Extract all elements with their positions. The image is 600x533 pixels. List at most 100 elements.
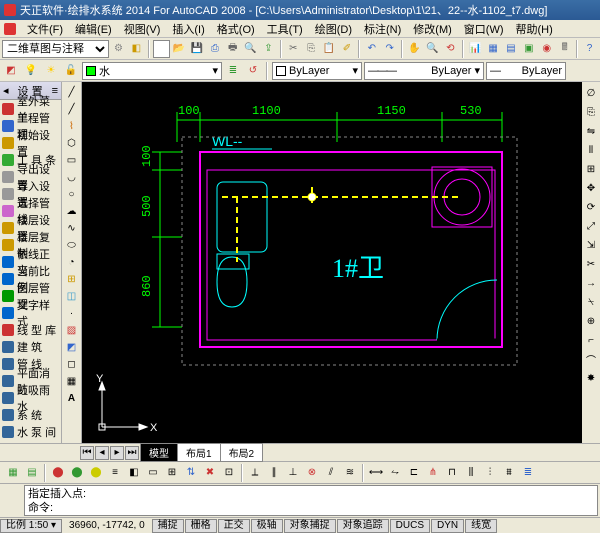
- help-icon[interactable]: ?: [581, 40, 598, 58]
- break-icon[interactable]: ⍀: [582, 293, 600, 311]
- panel-item-12[interactable]: 文字样式: [0, 304, 61, 321]
- tp-icon[interactable]: ▤: [503, 40, 520, 58]
- rect-icon[interactable]: ▭: [64, 152, 80, 168]
- new-icon[interactable]: □: [153, 40, 170, 58]
- zoom-prev-icon[interactable]: ⟲: [442, 40, 459, 58]
- menu-draw[interactable]: 绘图(D): [310, 21, 357, 37]
- plot-icon[interactable]: 🖶: [224, 40, 241, 58]
- stretch-icon[interactable]: ⇲: [582, 236, 600, 254]
- offset-icon[interactable]: ⫴: [582, 141, 600, 159]
- polar-toggle[interactable]: 极轴: [251, 519, 283, 533]
- redo-icon[interactable]: ↷: [381, 40, 398, 58]
- lwt-toggle[interactable]: 线宽: [465, 519, 497, 533]
- layer-prop-icon[interactable]: ◩: [2, 62, 20, 80]
- panel-item-17[interactable]: 虹吸雨水: [0, 389, 61, 406]
- bt23-icon[interactable]: ⫶: [481, 464, 499, 482]
- bt-yel-icon[interactable]: ⬤: [87, 464, 105, 482]
- panel-item-20[interactable]: 计 算: [0, 440, 61, 443]
- bt-red-icon[interactable]: ⬤: [49, 464, 67, 482]
- xline-icon[interactable]: ╱: [64, 101, 80, 117]
- dc-icon[interactable]: ▦: [485, 40, 502, 58]
- region-icon[interactable]: ◻: [64, 356, 80, 372]
- bt4-icon[interactable]: ≡: [106, 464, 124, 482]
- menu-help[interactable]: 帮助(H): [511, 21, 558, 37]
- drawing-canvas[interactable]: 100 1100 1150 530 100 500 860 WL--: [82, 82, 582, 443]
- spline-icon[interactable]: ∿: [64, 220, 80, 236]
- bt19-icon[interactable]: ⊏: [405, 464, 423, 482]
- panel-item-14[interactable]: 建 筑: [0, 338, 61, 355]
- tab-model[interactable]: 模型: [140, 443, 178, 462]
- bulb-icon[interactable]: 💡: [22, 62, 40, 80]
- bt7-icon[interactable]: ⊞: [163, 464, 181, 482]
- undo-icon[interactable]: ↶: [363, 40, 380, 58]
- dyn-toggle[interactable]: DYN: [431, 519, 464, 533]
- bt15-icon[interactable]: ⫽: [322, 464, 340, 482]
- copy2-icon[interactable]: ⎘: [582, 103, 600, 121]
- cut-icon[interactable]: ✂: [285, 40, 302, 58]
- revcloud-icon[interactable]: ☁: [64, 203, 80, 219]
- match-icon[interactable]: ✐: [339, 40, 356, 58]
- join-icon[interactable]: ⊕: [582, 312, 600, 330]
- ssm-icon[interactable]: ▣: [520, 40, 537, 58]
- menu-insert[interactable]: 插入(I): [167, 21, 209, 37]
- markup-icon[interactable]: ◉: [538, 40, 555, 58]
- menu-window[interactable]: 窗口(W): [459, 21, 509, 37]
- lock-icon[interactable]: 🔓: [62, 62, 80, 80]
- tab-layout1[interactable]: 布局1: [177, 443, 221, 462]
- osnap-toggle[interactable]: 对象捕捉: [284, 519, 336, 533]
- circle-icon[interactable]: ○: [64, 186, 80, 202]
- line-icon[interactable]: ╱: [64, 84, 80, 100]
- bt13-icon[interactable]: ⊥: [284, 464, 302, 482]
- menu-format[interactable]: 格式(O): [212, 21, 260, 37]
- tab-first-icon[interactable]: ⏮: [80, 446, 94, 460]
- saveas-icon[interactable]: ⎙: [206, 40, 223, 58]
- ws-save-icon[interactable]: ◧: [128, 40, 145, 58]
- scale-icon[interactable]: ⤢: [582, 217, 600, 235]
- scale-control[interactable]: 比例 1:50 ▾: [0, 519, 62, 533]
- panel-item-19[interactable]: 水 泵 间: [0, 423, 61, 440]
- menu-dim[interactable]: 标注(N): [359, 21, 406, 37]
- zoom-icon[interactable]: 🔍: [424, 40, 441, 58]
- save-icon[interactable]: 💾: [189, 40, 206, 58]
- bt11-icon[interactable]: ⟂: [246, 464, 264, 482]
- array-icon[interactable]: ⊞: [582, 160, 600, 178]
- open-icon[interactable]: 📂: [171, 40, 188, 58]
- preview-icon[interactable]: 🔍: [242, 40, 259, 58]
- panel-item-13[interactable]: 线 型 库: [0, 321, 61, 338]
- props-icon[interactable]: 📊: [467, 40, 484, 58]
- menu-file[interactable]: 文件(F): [22, 21, 68, 37]
- bt22-icon[interactable]: ⫼: [462, 464, 480, 482]
- bt25-icon[interactable]: ≣: [519, 464, 537, 482]
- color-select[interactable]: ByLayer ▾: [272, 62, 362, 80]
- otrack-toggle[interactable]: 对象追踪: [337, 519, 389, 533]
- rotate-icon[interactable]: ⟳: [582, 198, 600, 216]
- bt20-icon[interactable]: ⋔: [424, 464, 442, 482]
- pan-icon[interactable]: ✋: [406, 40, 423, 58]
- command-window[interactable]: 指定插入点: 命令:: [24, 485, 598, 516]
- panel-item-2[interactable]: 初始设置: [0, 134, 61, 151]
- block-icon[interactable]: ◫: [64, 288, 80, 304]
- ellipsearc-icon[interactable]: ◔: [64, 254, 80, 270]
- layer-select[interactable]: 水 ▾: [82, 62, 222, 80]
- tab-prev-icon[interactable]: ◂: [95, 446, 109, 460]
- bt8-icon[interactable]: ⇅: [182, 464, 200, 482]
- tab-next-icon[interactable]: ▸: [110, 446, 124, 460]
- paste-icon[interactable]: 📋: [321, 40, 338, 58]
- menu-modify[interactable]: 修改(M): [408, 21, 457, 37]
- publish-icon[interactable]: ⇪: [260, 40, 277, 58]
- erase-icon[interactable]: ∅: [582, 84, 600, 102]
- arc-icon[interactable]: ◡: [64, 169, 80, 185]
- lineweight-select[interactable]: — ByLayer: [486, 62, 566, 80]
- bt-grn-icon[interactable]: ⬤: [68, 464, 86, 482]
- fillet-icon[interactable]: ⌒: [582, 350, 600, 368]
- move-icon[interactable]: ✥: [582, 179, 600, 197]
- mtext-icon[interactable]: A: [64, 390, 80, 406]
- layer-states-icon[interactable]: ≣: [224, 62, 242, 80]
- bt12-icon[interactable]: ∥: [265, 464, 283, 482]
- calc-icon[interactable]: 🖩: [556, 40, 573, 58]
- bt16-icon[interactable]: ≋: [341, 464, 359, 482]
- chamfer-icon[interactable]: ⌐: [582, 331, 600, 349]
- sun-icon[interactable]: ☀: [42, 62, 60, 80]
- tab-layout2[interactable]: 布局2: [220, 443, 264, 462]
- bt9-icon[interactable]: ✖: [201, 464, 219, 482]
